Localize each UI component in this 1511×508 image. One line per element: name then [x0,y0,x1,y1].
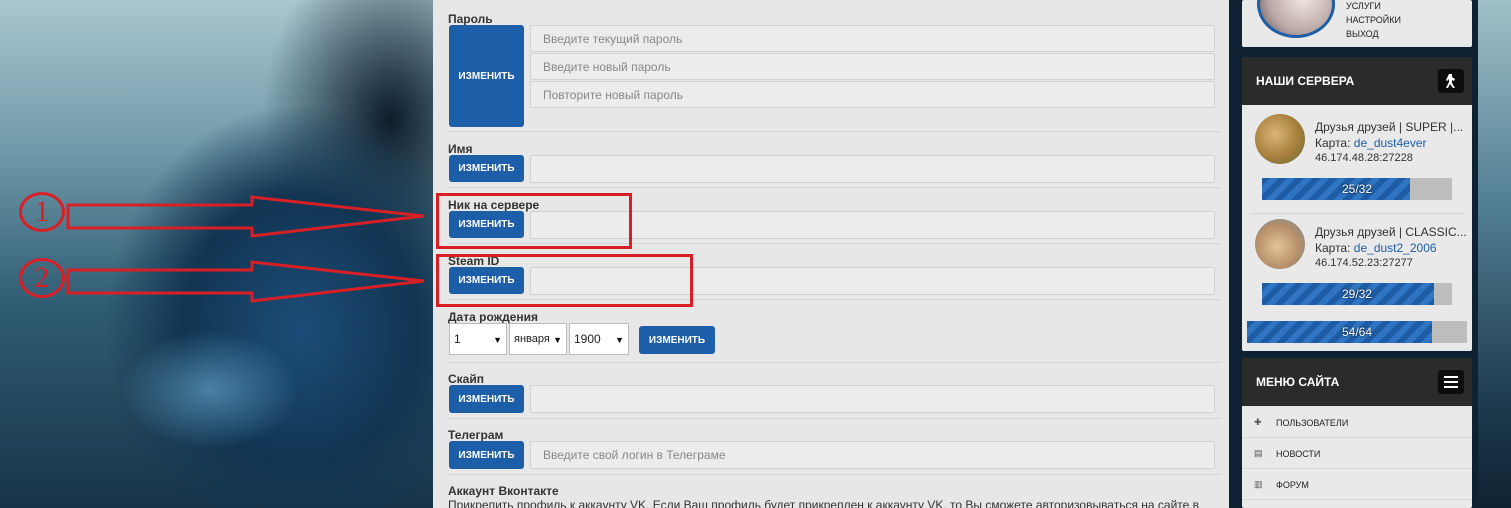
telegram-label: Телеграм [448,428,504,442]
vk-description: Прикрепить профиль к аккаунту VK. Если В… [448,498,1200,508]
annotation-arrow-2 [66,260,425,303]
repeat-password-input[interactable] [531,82,1214,107]
background-artwork-right [1478,0,1511,508]
hamburger-glyph [1444,376,1458,388]
day-select-value: 1 [454,332,461,346]
site-menu-item-forum[interactable]: ▥ ФОРУМ [1242,470,1472,500]
divider [448,362,1221,363]
total-player-bar: 54/64 [1247,321,1467,343]
server-map-link[interactable]: de_dust4ever [1354,136,1427,150]
server-player-bar: 29/32 [1262,283,1452,305]
chevron-down-icon: ▼ [553,335,562,345]
user-menu: УСЛУГИ НАСТРОЙКИ ВЫХОД [1346,0,1401,41]
site-menu-title: МЕНЮ САЙТА [1256,375,1340,389]
news-icon: ▤ [1254,448,1263,458]
background-glow [120,330,300,450]
avatar[interactable] [1257,0,1335,38]
repeat-password-field[interactable] [530,81,1215,108]
year-select[interactable]: 1900 ▼ [569,323,629,355]
server-map-label: Карта: [1315,136,1351,150]
server-map-link[interactable]: de_dust2_2006 [1354,241,1437,255]
skype-label: Скайп [448,372,484,386]
vk-section: Аккаунт Вконтакте Прикрепить профиль к а… [448,484,1221,508]
user-menu-settings[interactable]: НАСТРОЙКИ [1346,13,1401,27]
annotation-box-nick [436,193,632,249]
hamburger-menu-icon[interactable] [1438,370,1464,394]
servers-card: НАШИ СЕРВЕРА Друзья друзей | SUPER |... … [1242,57,1472,351]
annotation-arrow-1 [66,195,425,238]
year-select-value: 1900 [574,332,601,346]
server-map: Карта: de_dust4ever [1315,136,1427,150]
site-menu-item-users[interactable]: ✚ ПОЛЬЗОВАТЕЛИ [1242,408,1472,438]
chevron-down-icon: ▼ [493,335,502,345]
servers-header: НАШИ СЕРВЕРА [1242,57,1472,105]
skype-section: Скайп ИЗМЕНИТЬ [448,372,1221,416]
birthdate-section: Дата рождения 1 ▼ января ▼ 1900 ▼ ИЗМЕНИ… [448,309,1221,357]
server-player-count: 25/32 [1341,182,1373,196]
server-item[interactable]: Друзья друзей | CLASSIC... Карта: de_dus… [1242,219,1472,319]
current-password-field[interactable] [530,25,1215,52]
new-password-field[interactable] [530,53,1215,80]
change-telegram-button[interactable]: ИЗМЕНИТЬ [449,441,524,469]
change-name-button[interactable]: ИЗМЕНИТЬ [449,155,524,182]
server-address: 46.174.52.23:27277 [1315,257,1413,269]
divider [448,187,1221,188]
name-input[interactable] [531,156,1214,182]
password-label: Пароль [448,12,493,26]
server-name[interactable]: Друзья друзей | CLASSIC... [1315,225,1467,239]
divider [448,131,1221,132]
server-player-bar: 25/32 [1262,178,1452,200]
site-menu-card: МЕНЮ САЙТА ✚ ПОЛЬЗОВАТЕЛИ ▤ НОВОСТИ ▥ ФО… [1242,358,1472,508]
telegram-input[interactable] [531,442,1214,468]
divider [448,474,1221,475]
month-select[interactable]: января ▼ [509,323,567,355]
skype-input[interactable] [531,386,1214,412]
divider [1250,213,1464,214]
change-skype-button[interactable]: ИЗМЕНИТЬ [449,385,524,413]
server-map-label: Карта: [1315,241,1351,255]
user-card: УСЛУГИ НАСТРОЙКИ ВЫХОД [1242,0,1472,47]
name-label: Имя [448,142,473,156]
total-player-count: 54/64 [1341,325,1373,339]
change-password-button[interactable]: ИЗМЕНИТЬ [449,25,524,127]
server-player-count: 29/32 [1341,287,1373,301]
name-section: Имя ИЗМЕНИТЬ [448,141,1221,185]
server-item[interactable]: Друзья друзей | SUPER |... Карта: de_dus… [1242,114,1472,214]
users-icon: ✚ [1254,417,1262,427]
telegram-section: Телеграм ИЗМЕНИТЬ [448,428,1221,472]
birthdate-label: Дата рождения [448,310,539,324]
map-thumbnail [1255,114,1305,164]
current-password-input[interactable] [531,26,1214,51]
name-field[interactable] [530,155,1215,183]
annotation-box-steam-id [436,254,693,307]
change-birthdate-button[interactable]: ИЗМЕНИТЬ [639,326,715,354]
site-menu-item-label: НОВОСТИ [1276,448,1321,459]
user-menu-services[interactable]: УСЛУГИ [1346,0,1401,13]
new-password-input[interactable] [531,54,1214,79]
map-thumbnail [1255,219,1305,269]
site-menu-header: МЕНЮ САЙТА [1242,358,1472,406]
soldier-glyph [1446,74,1455,88]
telegram-field[interactable] [530,441,1215,469]
vk-label: Аккаунт Вконтакте [448,484,559,498]
forum-icon: ▥ [1254,479,1263,489]
annotation-arrows [66,195,425,303]
skype-field[interactable] [530,385,1215,413]
server-address: 46.174.48.28:27228 [1315,152,1413,164]
site-menu-item-label: ФОРУМ [1276,479,1309,490]
server-name[interactable]: Друзья друзей | SUPER |... [1315,120,1463,134]
month-select-value: января [514,333,550,345]
day-select[interactable]: 1 ▼ [449,323,507,355]
chevron-down-icon: ▼ [615,335,624,345]
divider [448,418,1221,419]
server-map: Карта: de_dust2_2006 [1315,241,1437,255]
servers-title: НАШИ СЕРВЕРА [1256,74,1355,88]
site-menu-item-news[interactable]: ▤ НОВОСТИ [1242,439,1472,469]
password-section: Пароль ИЗМЕНИТЬ [448,10,1221,128]
site-menu-item-label: ПОЛЬЗОВАТЕЛИ [1276,417,1349,428]
user-menu-logout[interactable]: ВЫХОД [1346,27,1401,41]
nick-input[interactable] [531,212,1214,238]
counter-strike-icon[interactable] [1438,69,1464,93]
nick-field[interactable] [530,211,1215,239]
